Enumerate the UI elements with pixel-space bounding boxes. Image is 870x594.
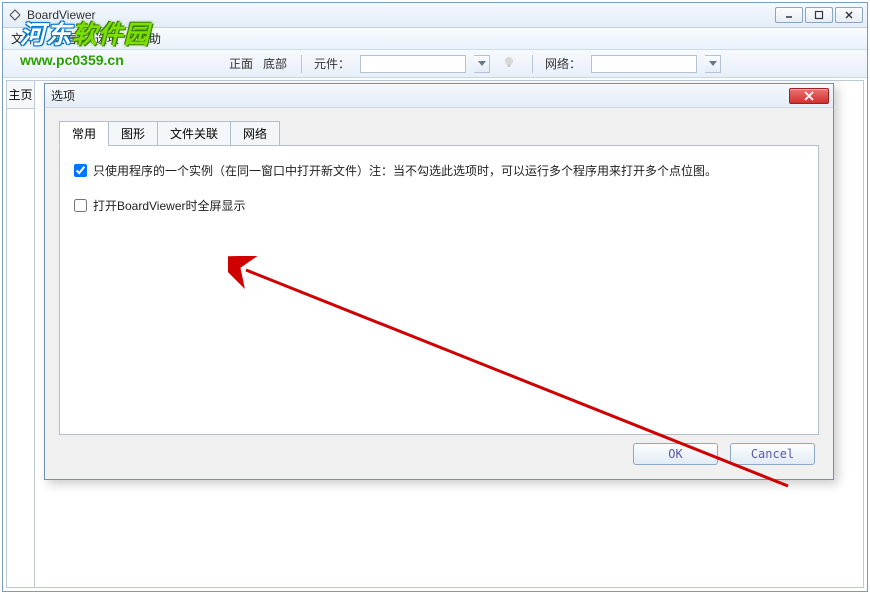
tab-network[interactable]: 网络 — [230, 121, 280, 146]
main-window-title: BoardViewer — [27, 8, 775, 22]
toolbar-separator-2 — [532, 55, 533, 73]
app-icon — [7, 7, 23, 23]
label-fullscreen: 打开BoardViewer时全屏显示 — [93, 197, 246, 214]
menubar: 文件 查看 选项 帮助 — [3, 28, 867, 50]
tab-panel-general: 只使用程序的一个实例（在同一窗口中打开新文件）注：当不勾选此选项时，可以运行多个… — [59, 145, 819, 435]
toolbar: 正面 底部 元件： 网络： — [3, 50, 867, 78]
tab-general[interactable]: 常用 — [59, 121, 109, 146]
tab-home[interactable]: 主页 — [7, 81, 34, 109]
dialog-body: 常用 图形 文件关联 网络 只使用程序的一个实例（在同一窗口中打开新文件）注：当… — [45, 108, 833, 479]
label-single-instance: 只使用程序的一个实例（在同一窗口中打开新文件）注：当不勾选此选项时，可以运行多个… — [93, 162, 717, 179]
toolbar-separator — [301, 55, 302, 73]
dialog-footer: OK Cancel — [59, 435, 819, 469]
component-dropdown-icon[interactable] — [474, 55, 490, 73]
toolbar-bottom[interactable]: 底部 — [263, 55, 287, 72]
component-label: 元件： — [314, 55, 350, 72]
toolbar-front[interactable]: 正面 — [229, 55, 253, 72]
window-controls — [775, 7, 863, 23]
menu-file[interactable]: 文件 — [11, 30, 35, 47]
checkbox-fullscreen[interactable] — [74, 199, 87, 212]
maximize-button[interactable] — [805, 7, 833, 23]
menu-options[interactable]: 选项 — [95, 30, 119, 47]
checkbox-single-instance[interactable] — [74, 164, 87, 177]
minimize-button[interactable] — [775, 7, 803, 23]
tab-graphics[interactable]: 图形 — [108, 121, 158, 146]
net-label: 网络： — [545, 55, 581, 72]
bulb-icon[interactable] — [502, 55, 516, 72]
dialog-close-button[interactable] — [789, 88, 829, 104]
close-button[interactable] — [835, 7, 863, 23]
component-input[interactable] — [360, 55, 466, 73]
side-tab-strip: 主页 — [6, 80, 34, 588]
tab-file-assoc[interactable]: 文件关联 — [157, 121, 231, 146]
main-titlebar: BoardViewer — [3, 3, 867, 28]
tab-strip: 常用 图形 文件关联 网络 — [59, 121, 819, 146]
options-dialog: 选项 常用 图形 文件关联 网络 只使用程序的一个实例（在同一窗口中打开新文件）… — [44, 83, 834, 480]
net-input[interactable] — [591, 55, 697, 73]
ok-button[interactable]: OK — [633, 443, 718, 465]
net-dropdown-icon[interactable] — [705, 55, 721, 73]
option-single-instance: 只使用程序的一个实例（在同一窗口中打开新文件）注：当不勾选此选项时，可以运行多个… — [74, 162, 804, 179]
option-fullscreen: 打开BoardViewer时全屏显示 — [74, 197, 804, 214]
menu-view[interactable]: 查看 — [53, 30, 77, 47]
dialog-titlebar[interactable]: 选项 — [45, 84, 833, 108]
menu-help[interactable]: 帮助 — [137, 30, 161, 47]
cancel-button[interactable]: Cancel — [730, 443, 815, 465]
dialog-title: 选项 — [49, 87, 789, 104]
